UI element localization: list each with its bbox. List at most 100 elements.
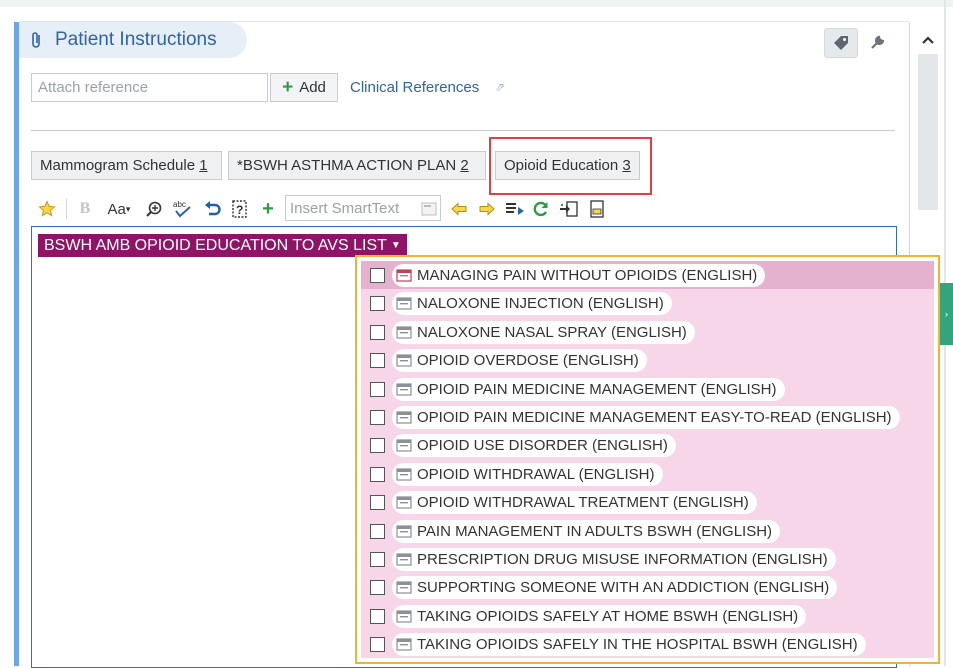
tag-icon: [834, 36, 848, 50]
smartlist-option[interactable]: OPIOID WITHDRAWAL (ENGLISH): [361, 460, 934, 488]
option-checkbox[interactable]: [370, 381, 385, 397]
option-pill[interactable]: PAIN MANAGEMENT IN ADULTS BSWH (ENGLISH): [392, 519, 781, 543]
smartlist-dropdown: MANAGING PAIN WITHOUT OPIOIDS (ENGLISH) N…: [355, 255, 940, 664]
option-checkbox[interactable]: [370, 580, 385, 596]
option-checkbox[interactable]: [370, 466, 385, 482]
option-pill[interactable]: OPIOID WITHDRAWAL (ENGLISH): [392, 462, 663, 486]
education-document-icon: [396, 581, 412, 594]
wrench-button[interactable]: [866, 32, 888, 54]
tag-button[interactable]: [824, 28, 858, 58]
option-checkbox[interactable]: [370, 353, 385, 369]
plus-icon: +: [282, 77, 294, 98]
divider: [31, 130, 895, 131]
smartlist-option[interactable]: OPIOID PAIN MEDICINE MANAGEMENT (ENGLISH…: [361, 375, 934, 403]
education-document-icon: [396, 496, 412, 509]
note-icon[interactable]: [586, 195, 608, 223]
option-pill[interactable]: OPIOID PAIN MEDICINE MANAGEMENT EASY-TO-…: [392, 406, 900, 429]
option-checkbox[interactable]: [370, 324, 385, 340]
clinical-references-link[interactable]: Clinical References: [350, 79, 479, 96]
option-pill[interactable]: OPIOID OVERDOSE (ENGLISH): [392, 349, 647, 373]
education-document-icon: [396, 468, 412, 481]
arrow-right-icon[interactable]: [476, 195, 498, 223]
education-document-icon: [396, 439, 412, 452]
bold-button[interactable]: B: [76, 195, 94, 223]
option-label: TAKING OPIOIDS SAFELY IN THE HOSPITAL BS…: [417, 636, 858, 654]
education-document-icon: [396, 354, 412, 367]
smartlist-option[interactable]: TAKING OPIOIDS SAFELY AT HOME BSWH (ENGL…: [361, 602, 934, 630]
education-document-icon: [396, 382, 412, 396]
paperclip-icon: [32, 32, 40, 48]
option-label: TAKING OPIOIDS SAFELY AT HOME BSWH (ENGL…: [417, 607, 799, 625]
option-label: PRESCRIPTION DRUG MISUSE INFORMATION (EN…: [417, 551, 828, 568]
option-label: PAIN MANAGEMENT IN ADULTS BSWH (ENGLISH): [417, 522, 773, 540]
option-checkbox[interactable]: [370, 268, 385, 283]
scroll-up-button[interactable]: [918, 28, 938, 52]
option-pill[interactable]: OPIOID USE DISORDER (ENGLISH): [392, 434, 676, 458]
smartlist-option[interactable]: MANAGING PAIN WITHOUT OPIOIDS (ENGLISH): [361, 261, 934, 289]
chevron-up-icon: [922, 36, 934, 44]
add-button[interactable]: + Add: [270, 73, 338, 102]
option-checkbox[interactable]: [370, 523, 385, 539]
option-checkbox[interactable]: [370, 637, 385, 653]
smartlist-option[interactable]: OPIOID WITHDRAWAL TREATMENT (ENGLISH): [361, 488, 934, 516]
smartlist-option[interactable]: OPIOID OVERDOSE (ENGLISH): [361, 346, 934, 374]
smartlist-option[interactable]: PRESCRIPTION DRUG MISUSE INFORMATION (EN…: [361, 545, 934, 573]
star-icon[interactable]: [36, 195, 58, 223]
toolbar-separator: [66, 199, 67, 219]
import-icon[interactable]: [558, 195, 580, 223]
document-icon[interactable]: [420, 195, 438, 223]
smartlist-option[interactable]: TAKING OPIOIDS SAFELY IN THE HOSPITAL BS…: [361, 630, 934, 658]
smartlist-option[interactable]: NALOXONE INJECTION (ENGLISH): [361, 289, 934, 317]
smartlist-option[interactable]: NALOXONE NASAL SPRAY (ENGLISH): [361, 318, 934, 346]
spellcheck-icon[interactable]: abc: [170, 195, 194, 223]
scrollbar-thumb[interactable]: [918, 54, 938, 210]
option-checkbox[interactable]: [370, 495, 385, 511]
zoom-icon[interactable]: [144, 195, 164, 223]
option-pill[interactable]: NALOXONE NASAL SPRAY (ENGLISH): [392, 320, 695, 344]
option-checkbox[interactable]: [370, 296, 385, 312]
option-checkbox[interactable]: [370, 438, 385, 454]
external-link-icon: ⇗: [495, 80, 506, 94]
svg-text:abc: abc: [173, 200, 186, 209]
font-size-button[interactable]: Aa ▾: [102, 195, 136, 223]
tab-asthma-action-plan[interactable]: *BSWH ASTHMA ACTION PLAN 2: [228, 151, 486, 180]
education-document-icon: [396, 610, 412, 623]
side-panel-toggle[interactable]: ›: [940, 283, 953, 345]
smartlist-option[interactable]: SUPPORTING SOMEONE WITH AN ADDICTION (EN…: [361, 573, 934, 601]
undo-icon[interactable]: [202, 195, 224, 223]
option-checkbox[interactable]: [370, 608, 385, 624]
smartlist-option[interactable]: OPIOID USE DISORDER (ENGLISH): [361, 431, 934, 459]
add-button-label: Add: [299, 79, 326, 96]
list-icon[interactable]: [504, 195, 526, 223]
help-icon[interactable]: ?: [228, 195, 250, 223]
option-pill[interactable]: SUPPORTING SOMEONE WITH AN ADDICTION (EN…: [392, 576, 838, 600]
smartlist-option[interactable]: OPIOID PAIN MEDICINE MANAGEMENT EASY-TO-…: [361, 403, 934, 431]
arrow-left-icon[interactable]: [448, 195, 470, 223]
education-document-icon: [396, 638, 412, 651]
option-pill[interactable]: NALOXONE INJECTION (ENGLISH): [392, 292, 672, 316]
refresh-icon[interactable]: [530, 195, 552, 223]
option-pill[interactable]: MANAGING PAIN WITHOUT OPIOIDS (ENGLISH): [392, 264, 766, 287]
option-pill[interactable]: TAKING OPIOIDS SAFELY IN THE HOSPITAL BS…: [392, 633, 866, 657]
education-document-icon: [396, 269, 412, 282]
attach-reference-input[interactable]: [31, 73, 268, 102]
education-document-icon: [396, 297, 412, 310]
option-label: OPIOID USE DISORDER (ENGLISH): [417, 437, 668, 455]
option-label: OPIOID PAIN MEDICINE MANAGEMENT (ENGLISH…: [417, 380, 777, 398]
option-pill[interactable]: OPIOID WITHDRAWAL TREATMENT (ENGLISH): [392, 491, 757, 515]
option-pill[interactable]: PRESCRIPTION DRUG MISUSE INFORMATION (EN…: [392, 548, 836, 571]
option-checkbox[interactable]: [370, 410, 385, 425]
highlight-annotation: [489, 137, 652, 195]
option-pill[interactable]: TAKING OPIOIDS SAFELY AT HOME BSWH (ENGL…: [392, 604, 807, 628]
option-label: MANAGING PAIN WITHOUT OPIOIDS (ENGLISH): [417, 267, 758, 284]
smartlist-label[interactable]: BSWH AMB OPIOID EDUCATION TO AVS LIST ▼: [38, 234, 407, 257]
tab-mammogram-schedule[interactable]: Mammogram Schedule 1: [31, 151, 222, 180]
editor-toolbar: B Aa ▾ abc ? +: [36, 195, 636, 223]
option-pill[interactable]: OPIOID PAIN MEDICINE MANAGEMENT (ENGLISH…: [392, 377, 785, 401]
plus-icon[interactable]: +: [258, 195, 278, 223]
smartlist-option[interactable]: PAIN MANAGEMENT IN ADULTS BSWH (ENGLISH): [361, 517, 934, 545]
smarttext-input[interactable]: [285, 195, 441, 221]
education-document-icon: [396, 524, 412, 538]
option-checkbox[interactable]: [370, 552, 385, 567]
education-document-icon: [396, 326, 412, 339]
